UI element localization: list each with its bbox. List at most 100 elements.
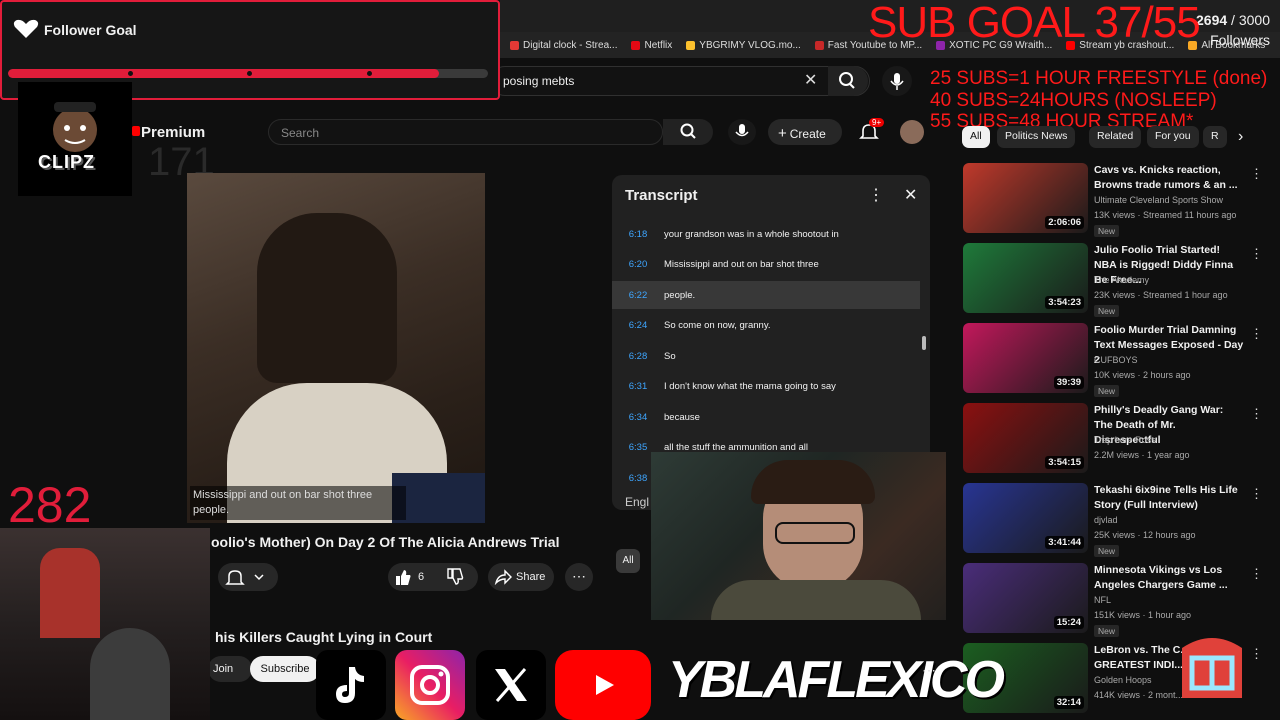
mic-icon bbox=[735, 124, 749, 137]
search-button[interactable] bbox=[828, 66, 868, 96]
feed-item[interactable]: 3:54:23 Julio Foolio Trial Started! NBA i… bbox=[963, 243, 1273, 318]
transcript-timestamp[interactable]: 6:28 bbox=[612, 351, 664, 362]
transcript-timestamp[interactable]: 6:20 bbox=[612, 259, 664, 270]
inner-search-input[interactable]: Search bbox=[268, 119, 663, 145]
feed-title[interactable]: Tekashi 6ix9ine Tells His Life Story (Fu… bbox=[1094, 483, 1244, 513]
transcript-row[interactable]: 6:34 because bbox=[612, 403, 920, 431]
inner-mic-button[interactable] bbox=[728, 119, 756, 145]
clipz-logo-text: CLIPZ bbox=[38, 152, 95, 172]
feed-duration: 39:39 bbox=[1053, 376, 1084, 389]
transcript-scrollbar[interactable] bbox=[922, 336, 926, 350]
instagram-icon bbox=[395, 650, 465, 720]
feed-channel[interactable]: CUFBOYS bbox=[1094, 355, 1138, 365]
transcript-timestamp[interactable]: 6:34 bbox=[612, 412, 664, 423]
feed-menu-icon[interactable]: ⋮ bbox=[1250, 566, 1263, 582]
feed-thumbnail[interactable]: 3:54:23 bbox=[963, 243, 1088, 313]
share-icon bbox=[494, 569, 512, 585]
feed-menu-icon[interactable]: ⋮ bbox=[1250, 406, 1263, 422]
bookmark-item[interactable]: YBGRIMY VLOG.mo... bbox=[686, 40, 801, 51]
transcript-row[interactable]: 6:20 Mississippi and out on bar shot thre… bbox=[612, 251, 920, 279]
notification-badge: 9+ bbox=[869, 118, 885, 127]
chip-for-you[interactable]: For you bbox=[1147, 126, 1199, 148]
premium-label[interactable]: Premium bbox=[141, 124, 205, 141]
more-icon[interactable]: ⋯ bbox=[922, 662, 936, 679]
webcam-glasses bbox=[775, 522, 855, 544]
feed-channel[interactable]: Golden Hoops bbox=[1094, 675, 1152, 685]
feed-menu-icon[interactable]: ⋮ bbox=[1250, 486, 1263, 502]
follower-current: 2694 bbox=[1196, 12, 1228, 28]
chip-politics-news[interactable]: Politics News bbox=[997, 126, 1076, 148]
feed-channel[interactable]: NFL bbox=[1094, 595, 1111, 605]
feed-channel[interactable]: Trap Lore Ross bbox=[1094, 435, 1156, 445]
chevron-right-icon[interactable]: › bbox=[1238, 128, 1243, 146]
create-label: Create bbox=[789, 127, 826, 141]
chip-more[interactable]: R bbox=[1203, 126, 1227, 148]
feed-menu-icon[interactable]: ⋮ bbox=[1250, 246, 1263, 262]
bookmark-label: Netflix bbox=[644, 39, 673, 51]
transcript-text: I don't know what the mama going to say bbox=[664, 381, 836, 392]
thumbs-up-icon[interactable] bbox=[394, 568, 412, 586]
transcript-language[interactable]: Engl bbox=[625, 495, 649, 509]
bookmark-item[interactable]: Netflix bbox=[631, 40, 672, 51]
transcript-row[interactable]: 6:24 So come on now, granny. bbox=[612, 312, 920, 340]
avatar[interactable] bbox=[900, 120, 924, 144]
clipz-logo-art bbox=[53, 102, 97, 152]
transcript-timestamp[interactable]: 6:22 bbox=[612, 290, 664, 301]
bookmark-item[interactable]: Digital clock - Strea... bbox=[510, 40, 617, 51]
transcript-menu-icon[interactable]: ⋮ bbox=[868, 185, 884, 205]
transcript-title: Transcript bbox=[625, 187, 698, 204]
feed-item[interactable]: 3:41:44 Tekashi 6ix9ine Tells His Life St… bbox=[963, 483, 1273, 558]
join-button[interactable]: Join bbox=[208, 656, 252, 682]
feed-meta: 25K views · 12 hours ago bbox=[1094, 530, 1196, 540]
notifications-button[interactable]: 9+ bbox=[858, 118, 885, 148]
mic-button[interactable] bbox=[882, 66, 912, 96]
feed-title[interactable]: Minnesota Vikings vs Los Angeles Charger… bbox=[1094, 563, 1244, 593]
all-chip[interactable]: All bbox=[616, 549, 640, 573]
transcript-row[interactable]: 6:28 So bbox=[612, 342, 920, 370]
close-icon[interactable]: ✕ bbox=[904, 185, 917, 205]
feed-menu-icon[interactable]: ⋮ bbox=[1250, 166, 1263, 182]
tiktok-icon bbox=[316, 650, 386, 720]
feed-item[interactable]: 2:06:06 Cavs vs. Knicks reaction, Browns … bbox=[963, 163, 1273, 238]
transcript-row[interactable]: 6:31 I don't know what the mama going to … bbox=[612, 373, 920, 401]
share-button[interactable]: Share bbox=[488, 563, 554, 591]
clear-search-icon[interactable]: ✕ bbox=[804, 70, 817, 90]
transcript-timestamp[interactable]: 6:18 bbox=[612, 229, 664, 240]
transcript-row[interactable]: 6:18 your grandson was in a whole shootou… bbox=[612, 220, 920, 248]
bookmark-favicon-icon bbox=[814, 40, 824, 50]
feed-duration: 3:54:23 bbox=[1045, 296, 1084, 309]
transcript-timestamp[interactable]: 6:24 bbox=[612, 320, 664, 331]
plus-icon: + bbox=[778, 125, 787, 142]
create-button[interactable]: + Create bbox=[768, 119, 842, 145]
subscribe-button[interactable]: Subscribe bbox=[250, 656, 320, 682]
next-video-title[interactable]: his Killers Caught Lying in Court bbox=[215, 629, 432, 645]
feed-channel[interactable]: djvlad bbox=[1094, 515, 1118, 525]
transcript-row[interactable]: 6:22 people. bbox=[612, 281, 920, 309]
feed-channel[interactable]: The Akademy bbox=[1094, 275, 1149, 285]
feed-menu-icon[interactable]: ⋮ bbox=[1250, 326, 1263, 342]
more-actions-button[interactable]: ⋯ bbox=[565, 563, 593, 591]
transcript-timestamp[interactable]: 6:31 bbox=[612, 381, 664, 392]
feed-title[interactable]: Cavs vs. Knicks reaction, Browns trade r… bbox=[1094, 163, 1244, 193]
feed-thumbnail[interactable]: 39:39 bbox=[963, 323, 1088, 393]
transcript-text: So bbox=[664, 350, 676, 362]
video-player[interactable] bbox=[187, 173, 485, 523]
feed-thumbnail[interactable]: 3:41:44 bbox=[963, 483, 1088, 553]
notify-toggle-button[interactable] bbox=[218, 563, 278, 591]
feed-channel[interactable]: Ultimate Cleveland Sports Show bbox=[1094, 195, 1223, 205]
follower-goal-title: Follower Goal bbox=[44, 22, 137, 38]
youtube-logo-icon[interactable] bbox=[132, 126, 140, 136]
feed-item[interactable]: 3:54:15 Philly's Deadly Gang War: The Dea… bbox=[963, 403, 1273, 478]
feed-item[interactable]: 39:39 Foolio Murder Trial Damning Text Me… bbox=[963, 323, 1273, 398]
chip-related[interactable]: Related bbox=[1089, 126, 1142, 148]
inner-search-button[interactable] bbox=[663, 119, 713, 145]
filter-chips: All Politics News Related For you R bbox=[962, 126, 1242, 148]
feed-thumbnail[interactable]: 3:54:15 bbox=[963, 403, 1088, 473]
transcript-text: people. bbox=[664, 289, 696, 301]
feed-meta: 414K views · 2 mont... bbox=[1094, 690, 1184, 700]
feed-thumbnail[interactable]: 15:24 bbox=[963, 563, 1088, 633]
chip-all[interactable]: All bbox=[962, 126, 990, 148]
feed-thumbnail[interactable]: 2:06:06 bbox=[963, 163, 1088, 233]
feed-item[interactable]: 15:24 Minnesota Vikings vs Los Angeles Ch… bbox=[963, 563, 1273, 638]
thumbs-down-icon[interactable] bbox=[446, 568, 464, 586]
